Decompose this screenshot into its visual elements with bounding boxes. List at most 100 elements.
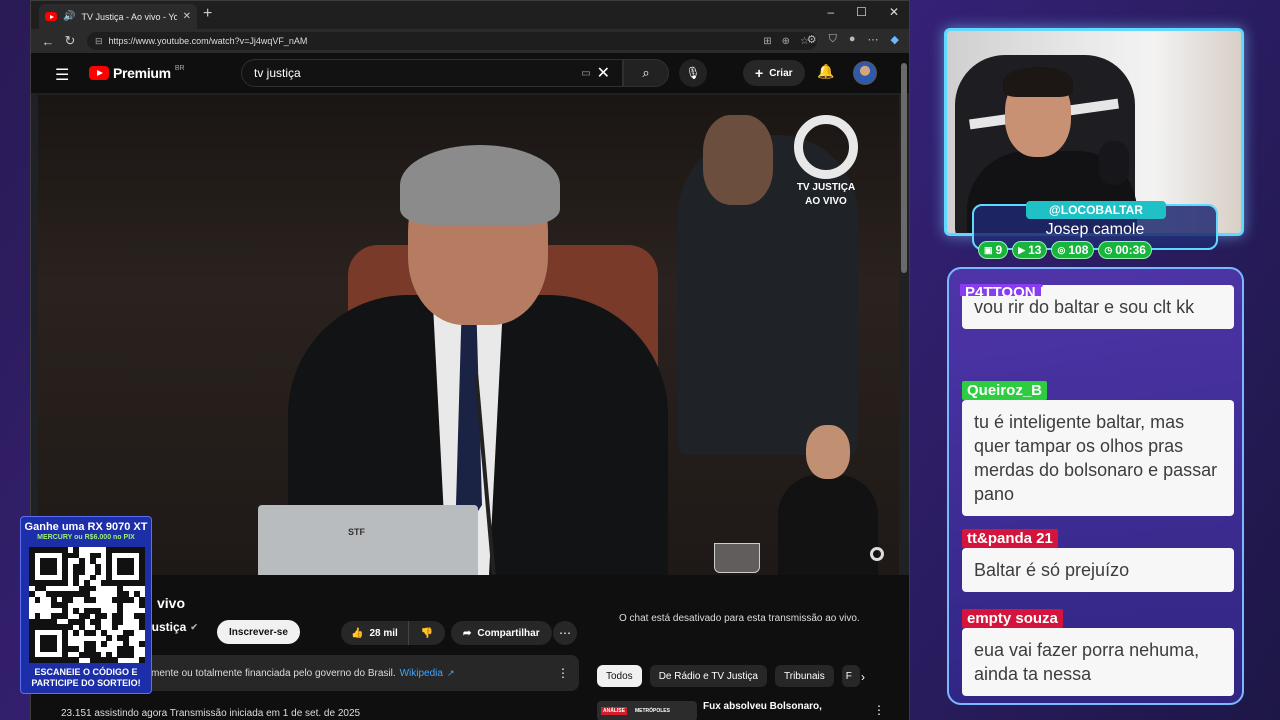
youtube-logo[interactable]: Premium BR	[89, 65, 185, 81]
view-stats: 23.151 assistindo agora Transmissão inic…	[61, 708, 361, 719]
streamer-caption: Josep camole	[1045, 221, 1145, 238]
interpreter-head	[806, 425, 850, 479]
url-actions: ⊞ ⊕ ☆	[763, 36, 809, 47]
avatar[interactable]	[853, 61, 877, 85]
share-button[interactable]: ➦ Compartilhar	[451, 621, 552, 645]
timer-value: 00:36	[1115, 243, 1146, 257]
minimize-icon[interactable]: –	[827, 5, 834, 19]
chip-partial[interactable]: F	[841, 665, 860, 687]
url-field[interactable]: ⊟ https://www.youtube.com/watch?v=Jj4wqV…	[87, 32, 817, 50]
qr-module	[78, 569, 85, 575]
voice-search-button[interactable]: 🎙	[679, 59, 707, 87]
streamer-handle: @LOCOBALTAR	[1026, 201, 1166, 219]
notifications-bell-icon[interactable]: 🔔	[817, 63, 834, 80]
more-dots-icon: ⋯	[559, 626, 571, 640]
kick-viewers: ◎ 108	[1051, 241, 1095, 259]
shield-icon[interactable]: ⛉	[829, 33, 837, 46]
speaker-icon[interactable]: 🔊	[63, 11, 75, 22]
subscribe-button[interactable]: Inscrever-se	[217, 620, 300, 644]
scrollbar-thumb[interactable]	[901, 63, 907, 273]
qr-module	[89, 585, 96, 592]
verified-icon: ✔	[190, 621, 198, 632]
close-tab-icon[interactable]: ✕	[183, 11, 191, 22]
thumbs-up-icon: 👍	[351, 627, 364, 639]
chat-username: Queiroz_B	[962, 381, 1048, 400]
qr-module	[100, 613, 107, 620]
search-button[interactable]: ⌕	[623, 59, 669, 87]
tab-title: TV Justiça - Ao vivo - YouTube	[81, 11, 177, 22]
like-count: 28 mil	[369, 627, 398, 639]
twitch-viewers: ▣ 9	[978, 241, 1009, 259]
laptop	[258, 505, 478, 575]
video-details: vivo Justiça ✔ Inscrever-se 👍 28 mil 👎 ➦…	[31, 575, 909, 720]
browser-tab[interactable]: 🔊 TV Justiça - Ao vivo - YouTube ✕	[39, 4, 197, 29]
logo-line-2: AO VIVO	[805, 195, 847, 207]
chip-todos[interactable]: Todos	[597, 665, 642, 687]
more-actions-button[interactable]: ⋯	[553, 621, 577, 645]
like-button[interactable]: 👍 28 mil	[341, 621, 409, 645]
page-scrollbar[interactable]	[901, 53, 907, 713]
qr-code[interactable]	[29, 547, 146, 664]
address-bar-row: ← ↻ ⊟ https://www.youtube.com/watch?v=Jj…	[31, 29, 909, 53]
qr-module	[139, 657, 146, 664]
qr-module	[139, 602, 146, 609]
search-icon: ⌕	[642, 65, 650, 80]
chevron-right-icon[interactable]: ›	[861, 670, 865, 684]
clear-search-icon[interactable]: ✕	[597, 63, 610, 83]
stream-timer: ◷ 00:36	[1098, 241, 1152, 259]
info-text: mente ou totalmente financiada pelo gove…	[151, 667, 396, 679]
qr-module	[100, 640, 107, 647]
video-player[interactable]: STF TV JUSTIÇA AO VIVO	[38, 95, 899, 575]
zoom-icon[interactable]: ⊕	[782, 36, 790, 47]
recommendation-menu-icon[interactable]: ⋮	[873, 703, 885, 717]
qr-module	[128, 569, 135, 575]
close-window-icon[interactable]: ✕	[889, 5, 899, 19]
qr-module	[139, 580, 146, 586]
chat-text: tu é inteligente baltar, mas quer tampar…	[962, 400, 1234, 516]
info-more-icon[interactable]: ⋮	[557, 666, 569, 680]
qr-module	[62, 580, 68, 586]
youtube-header: ☰ Premium BR tv justiça ▭ ✕ ⌕ 🎙 + Criar …	[31, 53, 909, 93]
back-icon[interactable]: ←	[37, 34, 59, 49]
kick-count: 108	[1068, 243, 1089, 257]
recommendation-chips: Todos De Rádio e TV Justiça Tribunais F	[597, 665, 860, 687]
chat-text: Baltar é só prejuízo	[962, 548, 1234, 592]
external-link-icon: ↗	[446, 667, 455, 678]
chip-radio-tv-justica[interactable]: De Rádio e TV Justiça	[649, 665, 767, 687]
site-info-icon[interactable]: ⊟	[95, 36, 103, 47]
logo-text: Premium	[113, 65, 171, 81]
qr-module	[139, 640, 146, 647]
recommended-video[interactable]: ANÁLISE METRÓPOLES Fux absolveu Bolsonar…	[597, 701, 823, 720]
qr-module	[139, 624, 146, 631]
qr-module	[73, 629, 79, 636]
profile-icon[interactable]: ●	[849, 33, 856, 46]
window-controls: – ☐ ✕	[827, 5, 899, 19]
hamburger-menu-icon[interactable]: ☰	[55, 65, 69, 85]
reload-icon[interactable]: ↻	[59, 33, 81, 49]
search-input[interactable]: tv justiça ▭ ✕	[241, 59, 623, 87]
chip-tribunais[interactable]: Tribunais	[775, 665, 834, 687]
apps-icon[interactable]: ⊞	[763, 36, 771, 47]
qr-module	[73, 657, 79, 664]
extensions-icon[interactable]: ⚙	[807, 33, 817, 46]
logo-line-1: TV JUSTIÇA	[796, 182, 856, 193]
channel-name[interactable]: Justiça ✔	[145, 620, 198, 634]
menu-dots-icon[interactable]: ⋯	[868, 33, 879, 46]
qr-module	[111, 624, 118, 631]
qr-module	[111, 657, 118, 664]
radio-tv-justica-icon	[870, 547, 884, 561]
logo-country: BR	[174, 64, 185, 72]
speaker-hair	[400, 145, 560, 225]
wikipedia-link[interactable]: Wikipedia	[400, 668, 443, 679]
maximize-icon[interactable]: ☐	[856, 5, 867, 19]
dislike-button[interactable]: 👎	[409, 621, 445, 645]
qr-module	[95, 552, 102, 559]
url-text: https://www.youtube.com/watch?v=Jj4wqVF_…	[108, 36, 308, 46]
new-tab-icon[interactable]: +	[203, 5, 212, 23]
copilot-icon[interactable]: ◆	[891, 33, 899, 46]
qr-module	[67, 596, 74, 603]
background-person-head	[703, 115, 773, 205]
qr-module	[89, 629, 96, 636]
create-button[interactable]: + Criar	[743, 60, 805, 86]
keyboard-icon[interactable]: ▭	[581, 68, 590, 79]
